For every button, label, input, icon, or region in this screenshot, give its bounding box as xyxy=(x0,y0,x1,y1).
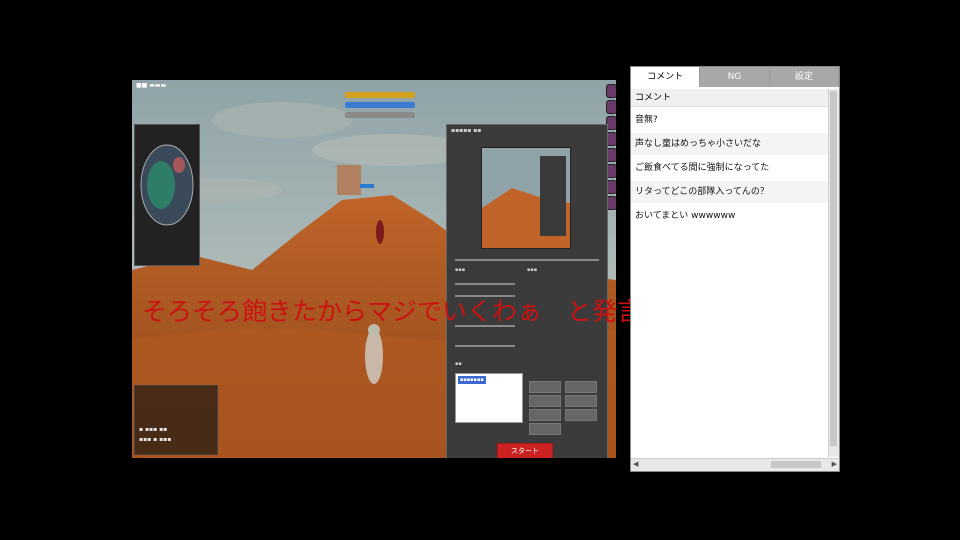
letterbox-left xyxy=(0,0,120,540)
comment-row[interactable]: おいてまとい wwwwww xyxy=(631,205,829,227)
option-button[interactable] xyxy=(529,409,561,421)
game-viewport[interactable]: ■■ ▬▬▬ ▪ ▪▪▪ ▪▪ ▪▪▪ ▪ ▪▪▪ ▪▪▪▪▪ ▪▪ ▪▪▪ ▪… xyxy=(132,80,616,458)
minimap-graphic xyxy=(140,144,194,226)
comment-row[interactable]: 声なし童はめっちゃ小さいだな xyxy=(631,133,829,155)
option-button[interactable] xyxy=(565,381,597,393)
setting-label: ▪▪▪ xyxy=(455,267,466,273)
player-status: ■■ ▬▬▬ xyxy=(136,82,167,89)
settings-window[interactable]: ▪▪▪▪▪ ▪▪ ▪▪▪ ▪▪▪ ▪▪ ▪▪▪▪▪▪▪ スタート xyxy=(446,124,608,458)
minimap[interactable] xyxy=(134,124,200,266)
game-chat-log[interactable]: ▪ ▪▪▪ ▪▪ ▪▪▪ ▪ ▪▪▪ xyxy=(134,385,218,455)
chat-line: ▪ ▪▪▪ ▪▪ xyxy=(139,426,168,433)
tab-settings[interactable]: 設定 xyxy=(769,67,839,87)
mp-bar xyxy=(345,102,415,108)
setting-label: ▪▪▪ xyxy=(527,267,538,273)
video-stage: ■■ ▬▬▬ ▪ ▪▪▪ ▪▪ ▪▪▪ ▪ ▪▪▪ ▪▪▪▪▪ ▪▪ ▪▪▪ ▪… xyxy=(120,0,840,540)
comment-row[interactable]: ご飯食べてる間に強制になってた xyxy=(631,157,829,179)
start-button[interactable]: スタート xyxy=(497,443,553,458)
sp-bar xyxy=(345,112,415,118)
preset-list-item-selected[interactable]: ▪▪▪▪▪▪▪ xyxy=(458,376,486,384)
vertical-scrollbar[interactable] xyxy=(828,89,839,457)
letterbox-right xyxy=(840,0,960,540)
comment-panel: コメント NG 設定 コメント 音無? 声なし童はめっちゃ小さいだな ご飯食べて… xyxy=(630,66,840,472)
tab-ng[interactable]: NG xyxy=(700,67,770,87)
setting-label: ▪▪ xyxy=(455,361,462,367)
horizontal-scrollbar[interactable]: ◀ ▶ xyxy=(631,458,839,471)
option-button[interactable] xyxy=(565,395,597,407)
slider[interactable] xyxy=(455,283,515,285)
comment-row[interactable]: 音無? xyxy=(631,109,829,131)
slider[interactable] xyxy=(455,259,599,261)
preview-graphic xyxy=(482,148,570,248)
hud-bars xyxy=(337,86,427,124)
slider[interactable] xyxy=(455,345,515,347)
vertical-scroll-thumb[interactable] xyxy=(830,91,837,446)
option-button[interactable] xyxy=(529,395,561,407)
comment-column-header[interactable]: コメント xyxy=(631,89,829,107)
skill-icon[interactable] xyxy=(606,84,616,98)
tab-comment[interactable]: コメント xyxy=(631,67,701,87)
comment-tabs: コメント NG 設定 xyxy=(631,67,839,87)
horizontal-scroll-thumb[interactable] xyxy=(771,461,821,468)
chat-line: ▪▪▪ ▪ ▪▪▪ xyxy=(139,436,172,443)
option-button[interactable] xyxy=(529,381,561,393)
skill-icon[interactable] xyxy=(606,100,616,114)
scroll-left-icon[interactable]: ◀ xyxy=(633,460,638,468)
comment-row[interactable]: リタってどこの部隊入ってんの？ xyxy=(631,181,829,203)
preset-list[interactable]: ▪▪▪▪▪▪▪ xyxy=(455,373,523,423)
hp-bar xyxy=(345,92,415,98)
settings-title: ▪▪▪▪▪ ▪▪ xyxy=(451,127,482,134)
scroll-right-icon[interactable]: ▶ xyxy=(832,460,837,468)
preview-thumbnail xyxy=(481,147,571,249)
option-button[interactable] xyxy=(529,423,561,435)
option-button[interactable] xyxy=(565,409,597,421)
